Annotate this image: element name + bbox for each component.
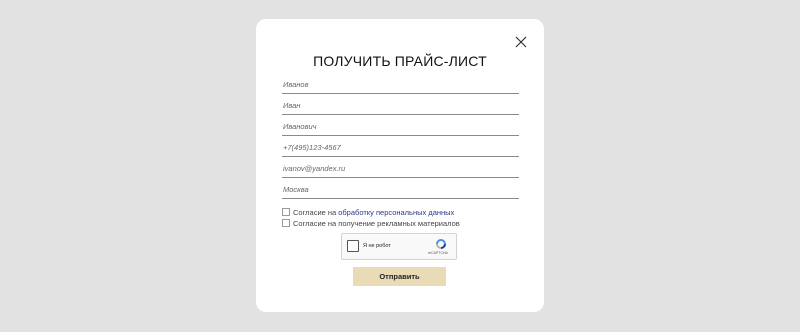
price-list-modal: ПОЛУЧИТЬ ПРАЙС-ЛИСТ Согласие на обработк…: [256, 19, 544, 312]
modal-title: ПОЛУЧИТЬ ПРАЙС-ЛИСТ: [313, 53, 487, 69]
consent-advertising: Согласие на получение рекламных материал…: [282, 218, 460, 228]
recaptcha-widget: Я не робот reCAPTCHA: [341, 233, 457, 260]
city-field[interactable]: [282, 180, 519, 199]
submit-button[interactable]: Отправить: [353, 267, 446, 286]
modal-backdrop[interactable]: ПОЛУЧИТЬ ПРАЙС-ЛИСТ Согласие на обработк…: [0, 0, 800, 332]
close-icon[interactable]: [515, 36, 527, 48]
consent-ads-checkbox[interactable]: [282, 219, 290, 227]
consent-ads-label: Согласие на получение рекламных материал…: [293, 218, 460, 228]
recaptcha-logo-icon: [435, 237, 447, 249]
email-field[interactable]: [282, 159, 519, 178]
recaptcha-label: Я не робот: [363, 243, 391, 249]
middle-name-field[interactable]: [282, 117, 519, 136]
consent-personal-checkbox[interactable]: [282, 208, 290, 216]
first-name-field[interactable]: [282, 96, 519, 115]
phone-field[interactable]: [282, 138, 519, 157]
consent-personal-data: Согласие на обработку персональных данны…: [282, 207, 454, 217]
consent-personal-label: Согласие на: [293, 207, 337, 217]
personal-data-link[interactable]: обработку персональных данных: [338, 208, 454, 217]
recaptcha-checkbox[interactable]: [347, 240, 359, 252]
recaptcha-brand: reCAPTCHA: [428, 251, 448, 255]
last-name-field[interactable]: [282, 75, 519, 94]
